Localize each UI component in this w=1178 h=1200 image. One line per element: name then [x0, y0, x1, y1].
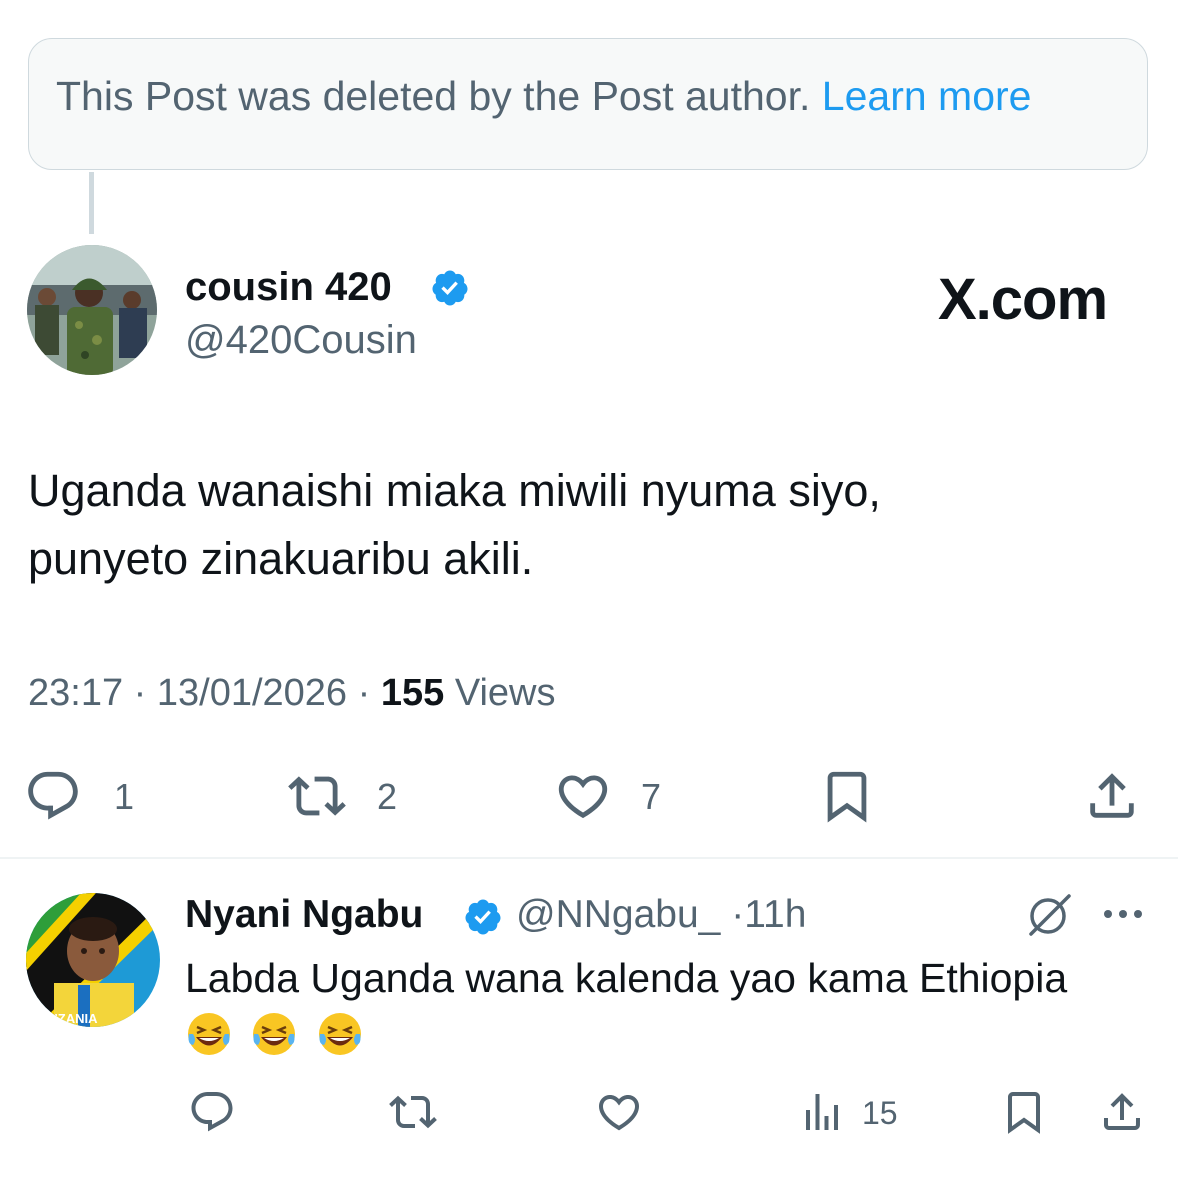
post-time[interactable]: 23:17	[28, 672, 123, 714]
meta-separator: ·	[731, 893, 745, 936]
thread-connector-line	[89, 172, 94, 234]
meta-separator: ·	[133, 672, 147, 714]
bookmark-icon[interactable]	[818, 767, 876, 825]
post-text-line: Uganda wanaishi miaka miwili nyuma siyo,	[28, 465, 881, 516]
post-text-line: punyeto zinakuaribu akili.	[28, 533, 534, 584]
reply-repost-icon[interactable]	[389, 1088, 437, 1136]
verified-badge-icon	[432, 270, 468, 306]
more-options-icon[interactable]	[1099, 902, 1147, 926]
reply-avatar[interactable]: TANZANIA	[26, 893, 160, 1027]
reply-icon[interactable]	[24, 767, 82, 825]
reply-time[interactable]: 11h	[744, 893, 806, 936]
repost-icon[interactable]	[288, 767, 346, 825]
reply-heart-icon[interactable]	[595, 1088, 643, 1136]
display-name[interactable]: cousin 420	[185, 265, 392, 310]
reply-display-name[interactable]: Nyani Ngabu	[185, 893, 423, 937]
laughing-emoji-icon	[188, 1013, 230, 1055]
learn-more-link[interactable]: Learn more	[822, 73, 1032, 119]
handle[interactable]: @420Cousin	[185, 318, 417, 363]
analytics-icon[interactable]	[798, 1088, 846, 1136]
reply-views-count: 15	[862, 1095, 898, 1131]
reply-bookmark-icon[interactable]	[1000, 1088, 1048, 1136]
post-meta: 23:17 · 13/01/2026 · 155 Views	[28, 672, 556, 715]
like-count: 7	[641, 776, 662, 817]
deleted-post-notice: This Post was deleted by the Post author…	[56, 73, 1031, 120]
share-icon[interactable]	[1083, 767, 1141, 825]
reply-text: Labda Uganda wana kalenda yao kama Ethio…	[185, 955, 1068, 1001]
reply-meta: @NNgabu_ ·11h	[516, 893, 806, 937]
repost-count: 2	[377, 776, 398, 817]
laughing-emoji-icon	[318, 1013, 361, 1055]
grok-icon[interactable]	[1025, 892, 1075, 938]
avatar[interactable]	[27, 245, 157, 375]
views-count: 155	[380, 672, 445, 714]
views-label: Views	[454, 672, 556, 714]
heart-icon[interactable]	[554, 767, 612, 825]
post-date[interactable]: 13/01/2026	[157, 672, 347, 714]
avatar-shirt-text: TANZANIA	[32, 1011, 98, 1026]
laughing-emoji-icon	[253, 1013, 296, 1055]
post-text: Uganda wanaishi miaka miwili nyuma siyo,…	[28, 457, 1148, 593]
emoji-row	[185, 1010, 377, 1063]
reply-handle[interactable]: @NNgabu_	[516, 893, 720, 936]
reply-reply-icon[interactable]	[188, 1088, 236, 1136]
divider	[0, 857, 1178, 859]
reply-share-icon[interactable]	[1098, 1088, 1146, 1136]
deleted-post-text: This Post was deleted by the Post author…	[56, 73, 811, 119]
meta-separator: ·	[357, 672, 371, 714]
x-com-watermark: X.com	[938, 267, 1108, 332]
verified-badge-icon	[465, 899, 501, 935]
reply-count: 1	[114, 776, 135, 817]
